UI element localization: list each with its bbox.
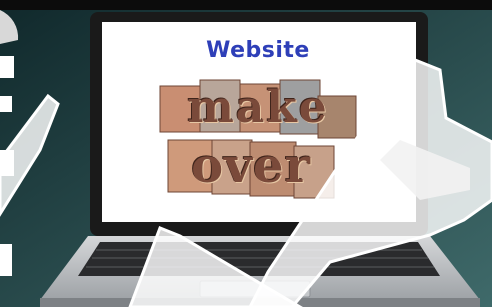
word-make-text: make [187,82,329,133]
screen-headline: Website [206,38,310,63]
laptop-photo: Website make over [0,0,492,307]
word-over-text: over [191,138,311,194]
